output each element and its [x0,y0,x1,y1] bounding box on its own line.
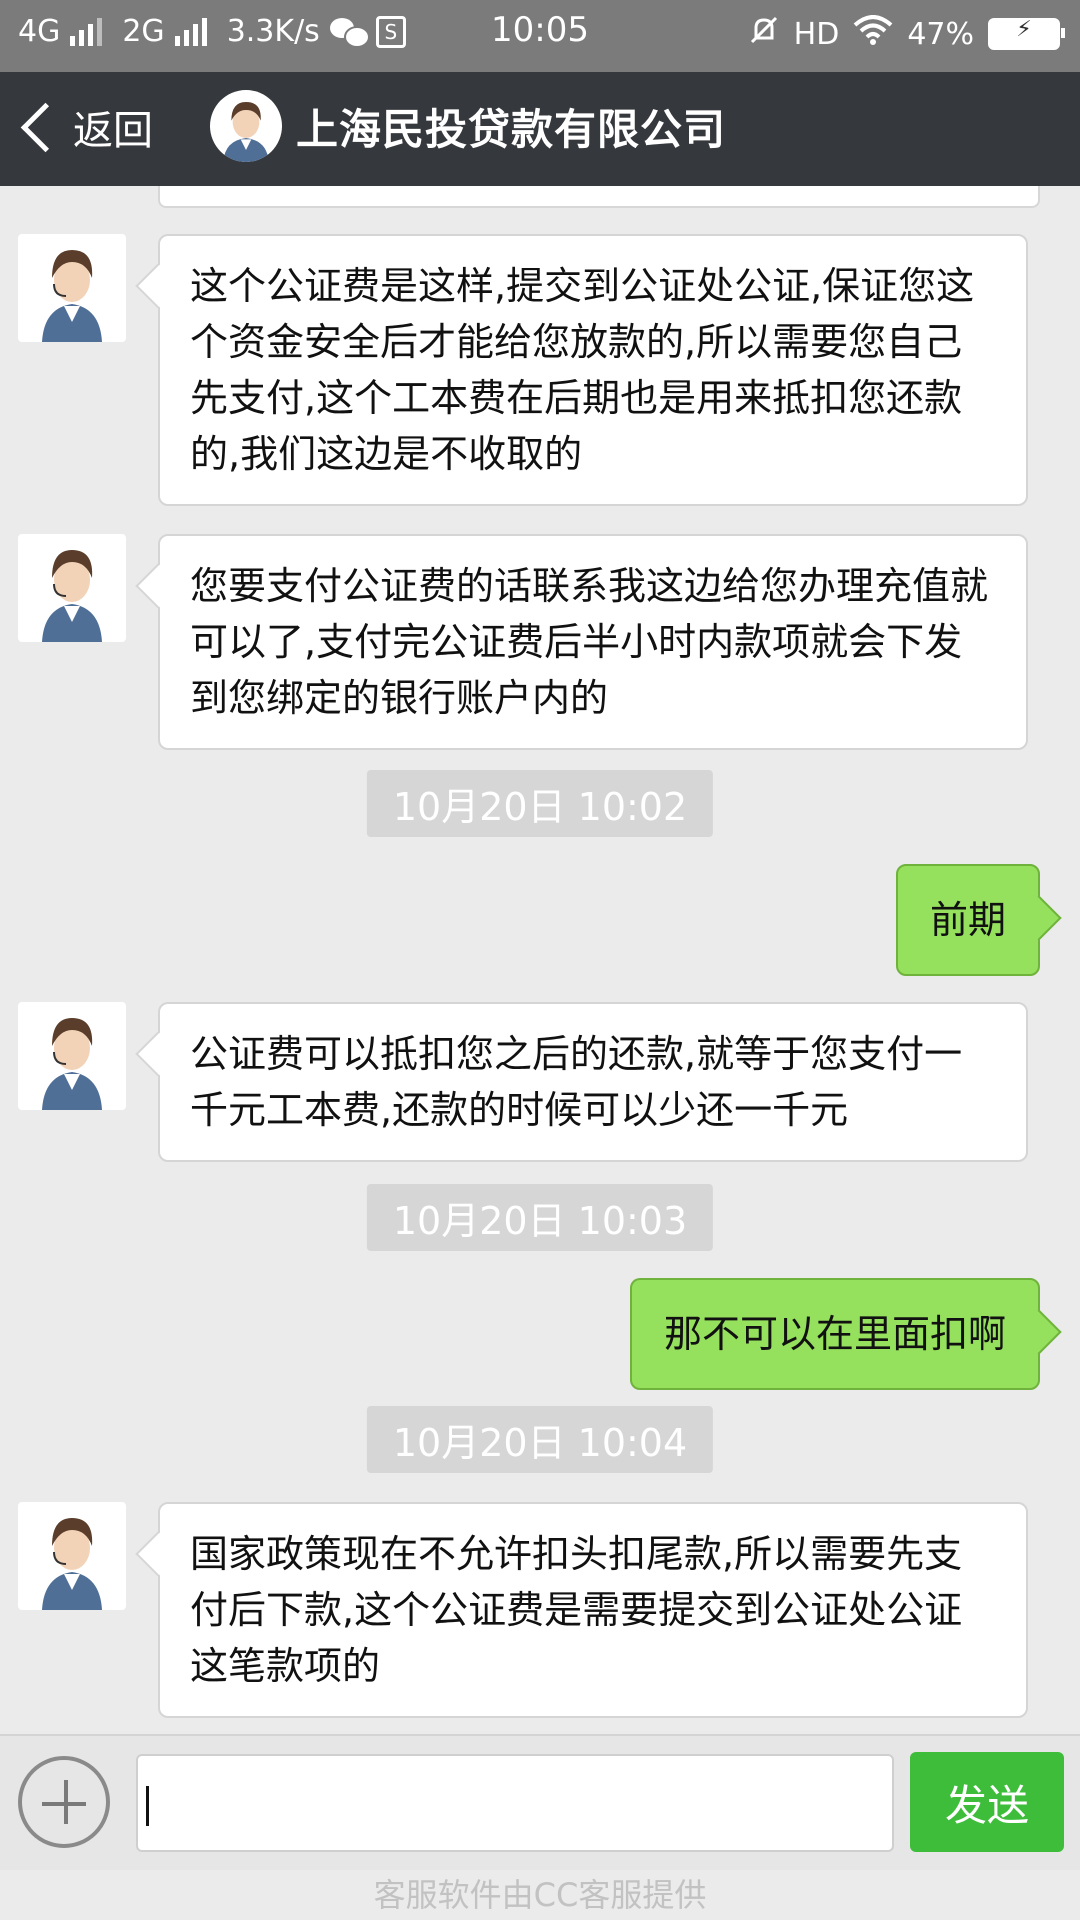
message-bubble[interactable]: 这个公证费是这样,提交到公证处公证,保证您这个资金安全后才能给您放款的,所以需要… [158,234,1028,506]
back-label: 返回 [73,108,153,154]
hd-label: HD [793,16,840,52]
wifi-icon [853,15,893,53]
battery-percent: 47% [907,16,974,52]
sent-message-bubble[interactable]: 前期 [895,864,1040,976]
agent-avatar-icon[interactable] [18,1502,126,1610]
footer-credit: 客服软件由CC客服提供 [0,1870,1080,1920]
battery-icon: ⚡ [988,17,1065,50]
status-bar: 4G 2G 3.3K/s S 10:05 HD 47% ⚡ [0,0,1080,72]
chat-title: 上海民投贷款有限公司 [296,104,727,154]
mute-icon [748,14,780,54]
message-input[interactable] [136,1754,894,1852]
send-button[interactable]: 发送 [910,1752,1064,1852]
agent-avatar-icon[interactable] [18,234,126,342]
agent-avatar-icon[interactable] [18,1002,126,1110]
chat-header: 返回 上海民投贷款有限公司 [0,72,1080,186]
chat-area[interactable]: 这个公证费是这样,提交到公证处公证,保证您这个资金安全后才能给您放款的,所以需要… [0,186,1080,1734]
agent-avatar-icon [210,90,282,162]
sent-message-bubble[interactable]: 那不可以在里面扣啊 [629,1278,1040,1390]
chevron-left-icon [20,102,71,152]
status-right: HD 47% ⚡ [748,14,1065,54]
back-button[interactable]: 返回 [18,98,153,156]
message-bubble[interactable]: 您要支付公证费的话联系我这边给您办理充值就可以了,支付完公证费后半小时内款项就会… [158,534,1028,750]
chat-title-group: 上海民投贷款有限公司 [210,90,726,162]
message-bubble[interactable]: 国家政策现在不允许扣头扣尾款,所以需要先支付后下款,这个公证费是需要提交到公证处… [158,1502,1028,1718]
input-bar: 发送 [0,1734,1080,1872]
previous-message-bubble [158,186,1040,208]
timestamp: 10月20日 10:04 [366,1406,714,1473]
agent-avatar-icon[interactable] [18,534,126,642]
timestamp: 10月20日 10:02 [366,770,714,837]
timestamp: 10月20日 10:03 [366,1184,714,1251]
text-cursor [146,1786,149,1826]
message-bubble[interactable]: 公证费可以抵扣您之后的还款,就等于您支付一千元工本费,还款的时候可以少还一千元 [158,1002,1028,1162]
plus-icon[interactable] [18,1756,110,1848]
